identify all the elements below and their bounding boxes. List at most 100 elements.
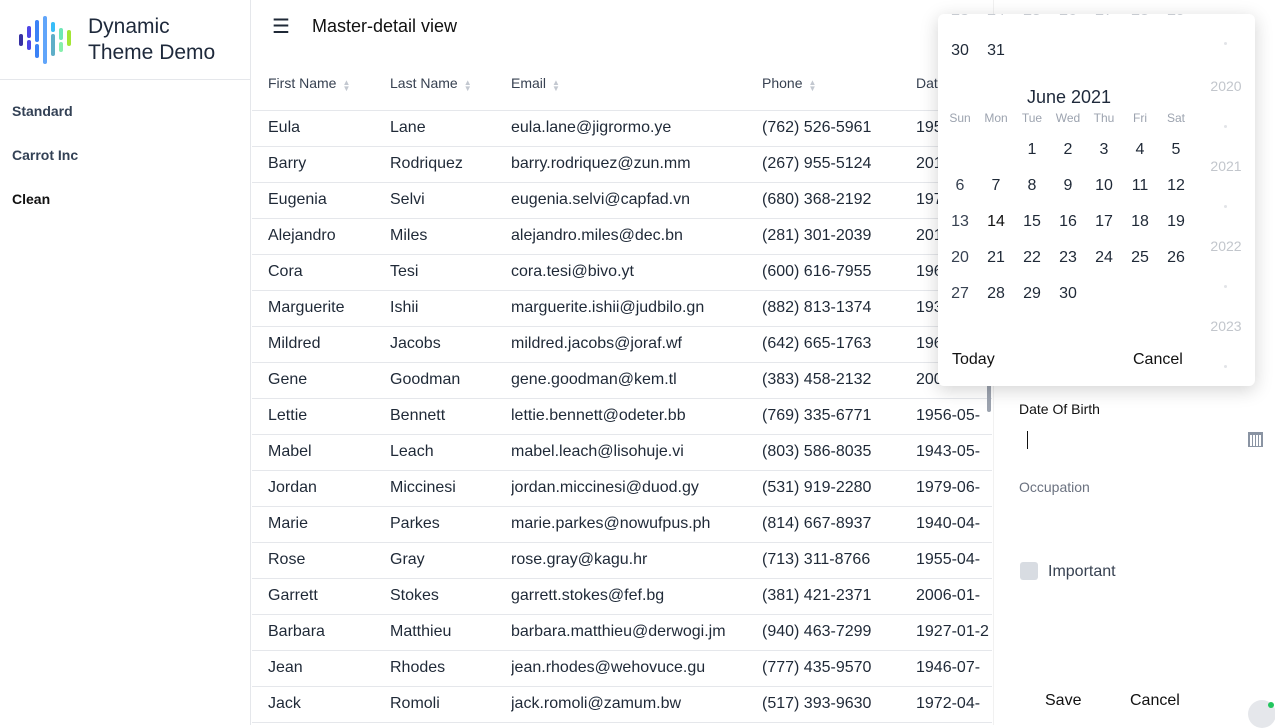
calendar-day[interactable]: 27 [942, 285, 978, 303]
table-cell: Jordan [252, 470, 390, 507]
table-row[interactable]: Jean Rhodes jean.rhodes@wehovuce.gu (777) 4… [252, 650, 992, 687]
weekday-label: Wed [1055, 111, 1081, 125]
calendar-day[interactable]: 21 [978, 249, 1014, 267]
table-cell: garrett.stokes@fef.bg [511, 578, 762, 615]
table-row[interactable]: Lettie Bennett lettie.bennett@odeter.bb (76… [252, 398, 992, 435]
cancel-button[interactable]: Cancel [1130, 692, 1180, 710]
table-row[interactable]: Rose Gray rose.gray@kagu.hr (713) 311-8766 1… [252, 542, 992, 579]
calendar-day[interactable]: 3 [1086, 141, 1122, 159]
prev-month-day[interactable]: 24 [978, 14, 1014, 20]
table-cell: cora.tesi@bivo.yt [511, 254, 762, 291]
sort-icon[interactable]: ▲ ▼ [342, 79, 350, 93]
calendar-day[interactable]: 1 [1014, 141, 1050, 159]
table-row[interactable]: Jack Romoli jack.romoli@zamum.bw (517) 393-… [252, 686, 992, 723]
title-line1: Dynamic [88, 14, 170, 38]
prev-month-day[interactable]: 27 [1086, 14, 1122, 20]
table-cell: (680) 368-2192 [762, 182, 916, 219]
column-header[interactable]: Phone ▲ ▼ [762, 58, 916, 111]
year-item[interactable]: 2021 [1200, 158, 1252, 174]
app-title: Dynamic Theme Demo [88, 14, 215, 66]
date-of-birth-input[interactable] [1019, 428, 1269, 454]
calendar-day[interactable]: 12 [1158, 177, 1194, 195]
prev-month-day[interactable]: 28 [1122, 14, 1158, 20]
calendar-day[interactable]: 9 [1050, 177, 1086, 195]
calendar-day[interactable]: 29 [1014, 285, 1050, 303]
nav-item-carrot-inc[interactable]: Carrot Inc [0, 146, 250, 190]
calendar-icon[interactable] [1248, 432, 1263, 447]
table-cell: Alejandro [252, 218, 390, 255]
prev-month-day[interactable]: 30 [942, 42, 978, 60]
calendar-day[interactable]: 5 [1158, 141, 1194, 159]
calendar-day[interactable]: 11 [1122, 177, 1158, 195]
nav-item-standard[interactable]: Standard [0, 102, 250, 146]
calendar-day[interactable]: 24 [1086, 249, 1122, 267]
table-row[interactable]: Mildred Jacobs mildred.jacobs@joraf.wf (642… [252, 326, 992, 363]
table-cell: Selvi [390, 182, 511, 219]
calendar-day[interactable]: 26 [1158, 249, 1194, 267]
year-item[interactable]: 2023 [1200, 318, 1252, 334]
table-row[interactable]: Cora Tesi cora.tesi@bivo.yt (600) 616-7955 1… [252, 254, 992, 291]
calendar-day[interactable]: 7 [978, 177, 1014, 195]
calendar-day[interactable]: 20 [942, 249, 978, 267]
picker-cancel-button[interactable]: Cancel [1133, 351, 1183, 369]
weekday-label: Thu [1093, 111, 1115, 125]
table-row[interactable]: Barbara Matthieu barbara.matthieu@derwogi.… [252, 614, 992, 651]
calendar-day[interactable]: 4 [1122, 141, 1158, 159]
calendar-day[interactable]: 16 [1050, 213, 1086, 231]
year-divider-dot [1224, 285, 1227, 288]
calendar-day[interactable]: 8 [1014, 177, 1050, 195]
column-header-label: Email [511, 75, 547, 92]
table-row[interactable]: Marguerite Ishii marguerite.ishii@judbilo.… [252, 290, 992, 327]
calendar-day[interactable]: 14 [978, 213, 1014, 231]
calendar-day[interactable]: 30 [1050, 285, 1086, 303]
calendar-day[interactable]: 19 [1158, 213, 1194, 231]
calendar-day[interactable]: 18 [1122, 213, 1158, 231]
table-row[interactable]: Eugenia Selvi eugenia.selvi@capfad.vn (680)… [252, 182, 992, 219]
calendar-day[interactable]: 15 [1014, 213, 1050, 231]
year-item[interactable]: 2020 [1200, 78, 1252, 94]
table-row[interactable]: Barry Rodriquez barry.rodriquez@zun.mm (267… [252, 146, 992, 183]
table-cell: (882) 813-1374 [762, 290, 916, 327]
calendar-day[interactable]: 10 [1086, 177, 1122, 195]
calendar-day[interactable]: 17 [1086, 213, 1122, 231]
table-row[interactable]: Alejandro Miles alejandro.miles@dec.bn (281… [252, 218, 992, 255]
table-row[interactable]: Marie Parkes marie.parkes@nowufpus.ph (814)… [252, 506, 992, 543]
table-cell: Jacobs [390, 326, 511, 363]
table-cell: Mabel [252, 434, 390, 471]
table-cell: mabel.leach@lisohuje.vi [511, 434, 762, 471]
calendar-day[interactable]: 23 [1050, 249, 1086, 267]
table-cell: (803) 586-8035 [762, 434, 916, 471]
prev-month-day[interactable]: 26 [1050, 14, 1086, 20]
calendar-day[interactable]: 6 [942, 177, 978, 195]
calendar-day[interactable]: 13 [942, 213, 978, 231]
prev-month-day[interactable]: 23 [942, 14, 978, 20]
calendar-day[interactable]: 2 [1050, 141, 1086, 159]
save-button[interactable]: Save [1045, 692, 1081, 710]
table-row[interactable]: Eula Lane eula.lane@jigrormo.ye (762) 526-5… [252, 110, 992, 147]
nav-item-clean[interactable]: Clean [0, 190, 250, 234]
calendar-day[interactable]: 28 [978, 285, 1014, 303]
prev-month-day[interactable]: 25 [1014, 14, 1050, 20]
prev-month-day[interactable]: 31 [978, 42, 1014, 60]
table-cell: alejandro.miles@dec.bn [511, 218, 762, 255]
column-header[interactable]: Last Name ▲ ▼ [390, 58, 511, 111]
table-cell: 1972-04- [916, 686, 992, 723]
calendar-day[interactable]: 25 [1122, 249, 1158, 267]
column-header[interactable]: First Name ▲ ▼ [252, 58, 390, 111]
calendar-day[interactable]: 22 [1014, 249, 1050, 267]
sort-icon[interactable]: ▲ ▼ [552, 79, 560, 93]
important-checkbox[interactable] [1020, 562, 1038, 580]
year-item[interactable]: 2022 [1200, 238, 1252, 254]
table-row[interactable]: Mabel Leach mabel.leach@lisohuje.vi (803) 5… [252, 434, 992, 471]
table-row[interactable]: Gene Goodman gene.goodman@kem.tl (383) 458-… [252, 362, 992, 399]
dev-tools-icon[interactable] [1248, 700, 1275, 728]
sort-icon[interactable]: ▲ ▼ [464, 79, 472, 93]
month-title: June 2021 [1026, 87, 1112, 107]
today-button[interactable]: Today [952, 351, 995, 369]
table-row[interactable]: Jordan Miccinesi jordan.miccinesi@duod.gy(… [252, 470, 992, 507]
column-header[interactable]: Email ▲ ▼ [511, 58, 762, 111]
table-row[interactable]: Garrett Stokes garrett.stokes@fef.bg (381) … [252, 578, 992, 615]
menu-toggle-icon[interactable]: ☰ [272, 14, 294, 39]
sort-icon[interactable]: ▲ ▼ [808, 79, 816, 93]
prev-month-day[interactable]: 29 [1158, 14, 1194, 20]
